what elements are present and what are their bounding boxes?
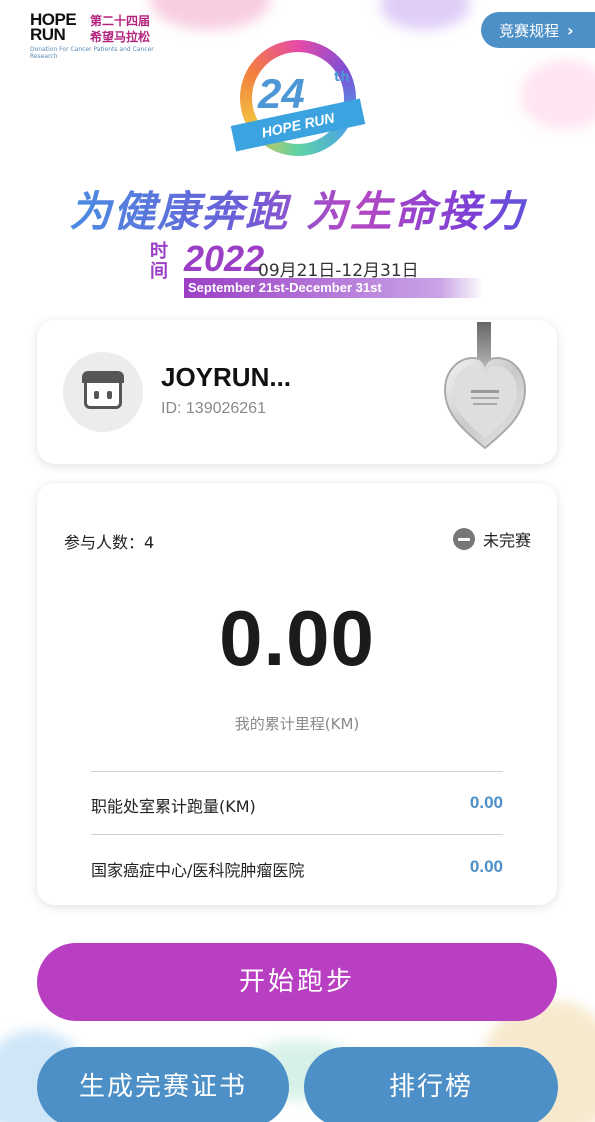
- logo-cn-line2: 希望马拉松: [90, 30, 151, 44]
- logo-title: HOPE RUN: [30, 10, 77, 44]
- status-badge: 未完赛: [452, 527, 531, 551]
- logo-subtitle: Donation For Cancer Patients and Cancer …: [30, 46, 154, 60]
- org-distance-label: 国家癌症中心/医科院肿瘤医院: [91, 861, 305, 880]
- date-year: 2022: [184, 238, 265, 279]
- dept-distance-label: 职能处室累计跑量(KM): [91, 797, 256, 816]
- rules-button-label: 竞赛规程: [499, 21, 560, 40]
- paint-splash: [380, 0, 470, 30]
- my-distance-value: 0.00: [219, 594, 375, 682]
- chevron-right-icon: ›: [567, 20, 574, 40]
- avatar-hair-icon: [82, 371, 124, 383]
- leaderboard-button[interactable]: 排行榜: [304, 1047, 558, 1122]
- hope-run-logo: HOPE RUN 第二十四届 希望马拉松 Donation For Cancer…: [30, 10, 190, 72]
- username: JOYRUN...: [161, 362, 292, 392]
- date-range-en: September 21st-December 31st: [184, 278, 484, 298]
- event-badge: 24 th HOPE RUN: [222, 30, 372, 170]
- dept-distance-value: 0.00: [469, 793, 503, 812]
- status-label: 未完赛: [482, 531, 531, 550]
- user-card: JOYRUN... ID: 139026261: [37, 320, 557, 464]
- logo-cn-line1: 第二十四届: [90, 14, 151, 28]
- avatar-eye-icon: [107, 391, 112, 399]
- avatar-eye-icon: [94, 391, 99, 399]
- paint-splash: [520, 60, 595, 130]
- user-id: ID: 139026261: [161, 400, 266, 417]
- start-running-button[interactable]: 开始跑步: [37, 943, 557, 1021]
- avatar[interactable]: [63, 352, 143, 432]
- stats-card: 参与人数：4 未完赛 0.00 我的累计里程(KM) 职能处室累计跑量(KM) …: [37, 483, 557, 905]
- my-distance-label: 我的累计里程(KM): [234, 715, 360, 733]
- divider: [91, 771, 503, 772]
- divider: [91, 834, 503, 835]
- minus-circle-icon: [452, 528, 475, 550]
- participants-count: 参与人数：4: [64, 533, 155, 552]
- medal-icon[interactable]: [437, 322, 533, 458]
- event-dates: 时间 2022 09月21日-12月31日 September 21st-Dec…: [150, 238, 484, 300]
- org-distance-value: 0.00: [469, 857, 503, 876]
- badge-suffix: th: [334, 70, 350, 85]
- rules-button[interactable]: 竞赛规程 ›: [481, 12, 595, 48]
- date-label: 时间: [150, 241, 168, 282]
- generate-certificate-button[interactable]: 生成完赛证书: [37, 1047, 289, 1122]
- event-slogan: 为健康奔跑 为生命接力: [0, 178, 595, 239]
- medal-heart-icon: [443, 356, 527, 450]
